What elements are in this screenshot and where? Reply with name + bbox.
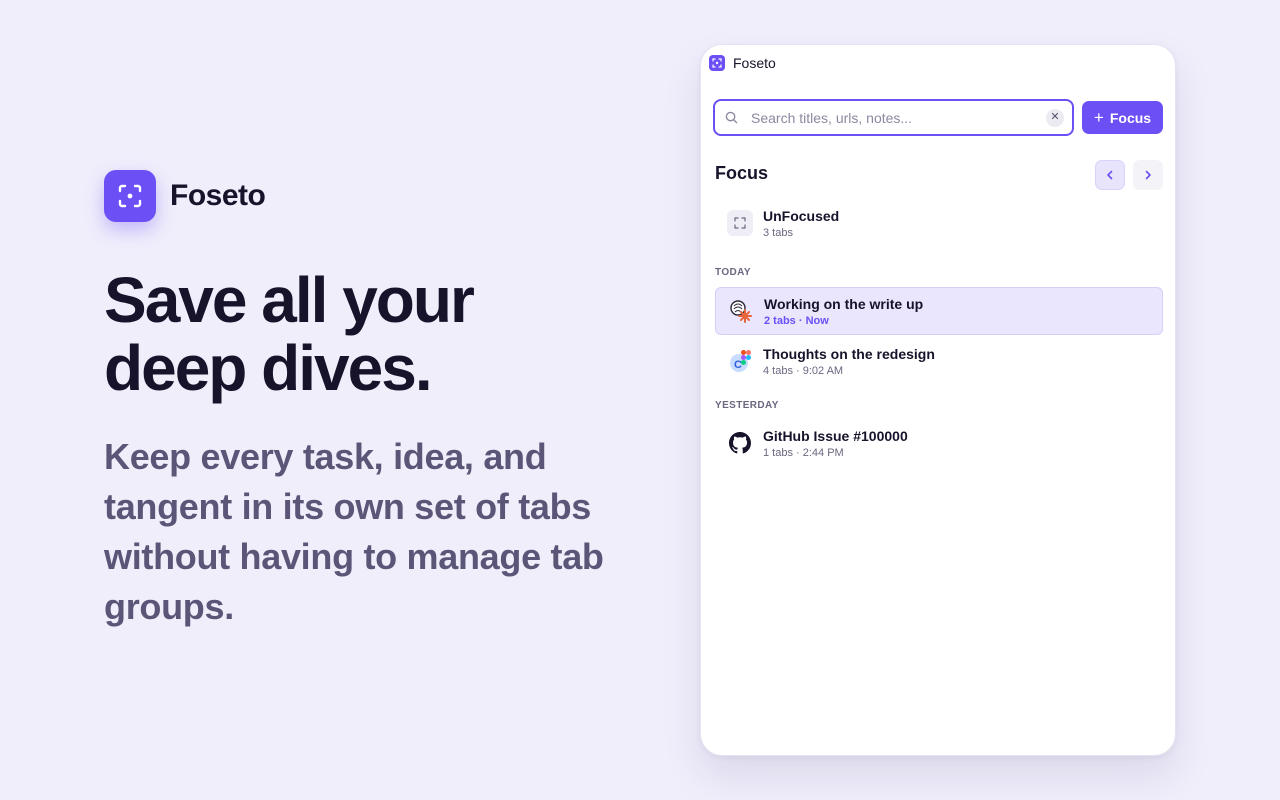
section-title: Focus: [715, 163, 769, 183]
writing-favicon-icon: [728, 298, 754, 324]
popup-titlebar: Foseto: [709, 55, 776, 71]
list-item-github-issue[interactable]: GitHub Issue #100000 1 tabs · 2:44 PM: [715, 419, 1163, 467]
search-input[interactable]: [751, 109, 1046, 126]
list-item-meta: 3 tabs: [763, 226, 793, 239]
next-button[interactable]: [1133, 160, 1163, 190]
page: Foseto Save all your deep dives. Keep ev…: [0, 0, 1280, 800]
list-item-text: Working on the write up 2 tabs · Now: [764, 296, 923, 327]
list-item-working-on-the-write-up[interactable]: Working on the write up 2 tabs · Now: [715, 287, 1163, 335]
list-item-title: Working on the write up: [764, 295, 924, 312]
plus-icon: +: [1093, 107, 1104, 127]
list-item-title: GitHub Issue #100000: [763, 427, 908, 444]
subheadline: Keep every task, idea, and tangent in it…: [104, 436, 604, 627]
list-item-text: GitHub Issue #100000 1 tabs · 2:44 PM: [763, 428, 908, 459]
popup-title: Foseto: [733, 55, 776, 71]
previous-button[interactable]: [1095, 160, 1125, 190]
new-focus-button[interactable]: + Focus: [1082, 101, 1163, 134]
extension-popup: Foseto ✕ + Focus Focus: [700, 44, 1176, 756]
close-icon[interactable]: ✕: [1046, 108, 1064, 127]
design-favicon-icon: C: [727, 348, 753, 374]
group-label-yesterday: YESTERDAY: [715, 400, 779, 411]
list-item-title: UnFocused: [763, 207, 840, 224]
chevron-right-icon: [1145, 170, 1151, 180]
svg-text:C: C: [734, 359, 742, 371]
focus-frame-icon: [727, 210, 753, 236]
chevron-left-icon: [1107, 170, 1113, 180]
group-label-today: TODAY: [715, 267, 751, 278]
list-item-meta: 1 tabs · 2:44 PM: [763, 446, 844, 459]
list-item-title: Thoughts on the redesign: [763, 345, 935, 362]
list-item-unfocused[interactable]: UnFocused 3 tabs: [715, 199, 1163, 247]
search-icon: [725, 111, 739, 125]
github-icon: [727, 430, 753, 456]
brand: Foseto: [104, 170, 266, 222]
foseto-logo-icon: [104, 170, 156, 222]
list-item-text: Thoughts on the redesign 4 tabs · 9:02 A…: [763, 346, 935, 377]
headline: Save all your deep dives.: [104, 264, 475, 404]
list-item-meta: 4 tabs · 9:02 AM: [763, 364, 844, 377]
foseto-app-icon: [709, 55, 725, 71]
search-box[interactable]: ✕: [713, 99, 1074, 136]
new-focus-button-label: Focus: [1109, 109, 1152, 126]
list-item-text: UnFocused 3 tabs: [763, 208, 839, 239]
list-item-thoughts-on-the-redesign[interactable]: C Thoughts on the redesign 4 tabs · 9:02…: [715, 337, 1163, 385]
list-item-meta: 2 tabs · Now: [764, 314, 829, 327]
brand-name: Foseto: [170, 179, 266, 212]
